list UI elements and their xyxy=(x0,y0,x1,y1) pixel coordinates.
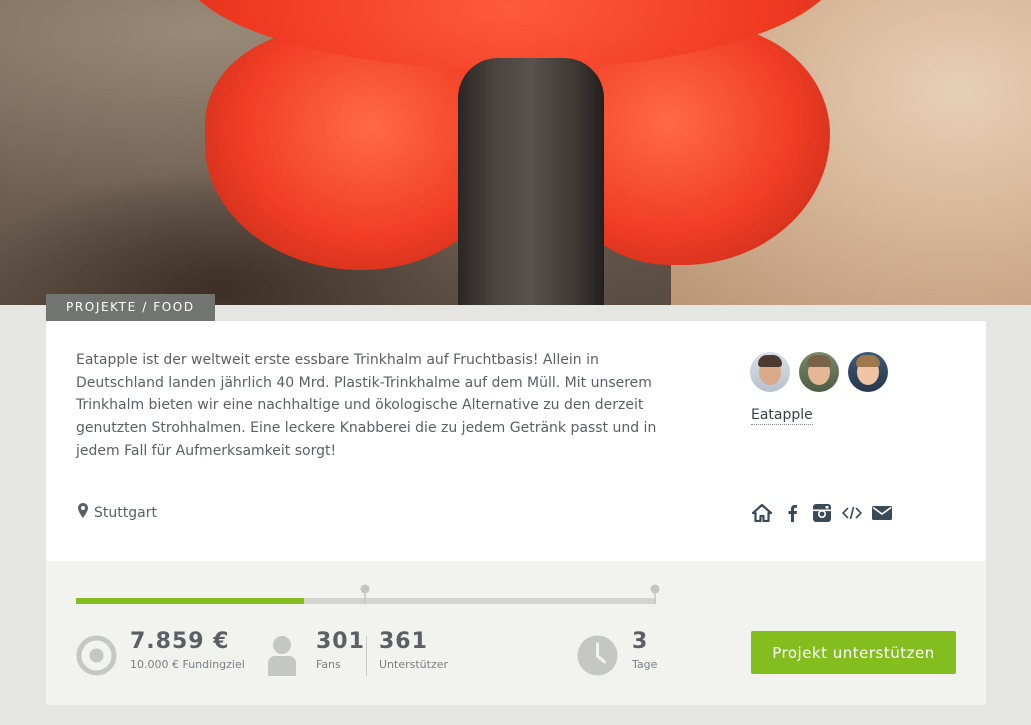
supporters-stat: 361 Unterstützer xyxy=(379,629,448,671)
days-label: Tage xyxy=(632,658,658,671)
stat-divider xyxy=(366,636,367,676)
location: Stuttgart xyxy=(78,503,157,522)
person-icon xyxy=(268,635,296,680)
days-stat: 3 Tage xyxy=(632,629,657,671)
supporters-label: Unterstützer xyxy=(379,658,449,671)
target-icon xyxy=(76,635,117,680)
team-name-link[interactable]: Eatapple xyxy=(751,407,813,425)
social-links xyxy=(752,503,892,523)
home-icon[interactable] xyxy=(752,503,772,523)
fans-stat: 301 Fans xyxy=(316,629,365,671)
clock-icon xyxy=(577,635,618,680)
fans-count: 301 xyxy=(316,629,365,654)
hero-image xyxy=(0,0,1031,305)
milestone-pin-icon[interactable] xyxy=(360,584,370,604)
fans-label: Fans xyxy=(316,658,341,671)
supporters-count: 361 xyxy=(379,629,428,654)
avatar[interactable] xyxy=(799,352,839,392)
embed-code-icon[interactable] xyxy=(842,503,862,523)
team-avatars xyxy=(750,352,888,392)
avatar[interactable] xyxy=(750,352,790,392)
funding-stats: 7.859 € 10.000 € Fundingziel 301 Fans 36… xyxy=(46,561,986,705)
instagram-icon[interactable] xyxy=(812,503,832,523)
project-description: Eatapple ist der weltweit erste essbare … xyxy=(76,352,657,459)
funding-amount: 7.859 € 10.000 € Fundingziel xyxy=(130,629,245,671)
support-project-button[interactable]: Projekt unterstützen xyxy=(751,631,956,674)
breadcrumb[interactable]: PROJEKTE / FOOD xyxy=(46,294,215,321)
facebook-icon[interactable] xyxy=(782,503,802,523)
location-label: Stuttgart xyxy=(94,504,157,521)
funding-amount-value: 7.859 € xyxy=(130,629,230,654)
funding-progress-bar xyxy=(76,584,660,604)
mail-icon[interactable] xyxy=(872,503,892,523)
location-pin-icon xyxy=(78,503,88,522)
days-count: 3 xyxy=(632,629,649,654)
funding-progress-fill xyxy=(76,598,304,604)
funding-goal-label: 10.000 € Fundingziel xyxy=(130,658,245,671)
project-info-card: Eatapple ist der weltweit erste essbare … xyxy=(46,321,986,561)
avatar[interactable] xyxy=(848,352,888,392)
milestone-pin-icon[interactable] xyxy=(650,584,660,604)
